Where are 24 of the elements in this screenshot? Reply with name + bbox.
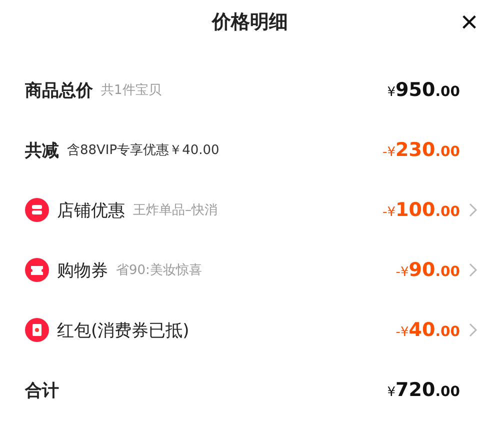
store-icon: [25, 198, 49, 222]
row-note: 省90:美妆惊喜: [116, 262, 202, 279]
row-note: 含88VIP专享优惠￥40.00: [67, 142, 220, 159]
ticket-icon: [25, 258, 49, 282]
price-text: -¥40.00: [396, 319, 460, 341]
envelope-icon: [25, 318, 49, 342]
chevron-icon[interactable]: [468, 203, 478, 217]
row-label: 共减: [25, 140, 59, 162]
row-label: 合计: [25, 380, 59, 402]
row-label: 商品总价: [25, 80, 93, 102]
chevron-icon[interactable]: [468, 323, 478, 337]
price-text: -¥230.00: [382, 139, 460, 161]
price-text: ¥950.00: [387, 79, 460, 101]
dialog-title: 价格明细: [212, 10, 288, 35]
price-text: ¥720.00: [387, 379, 460, 401]
row-note: 共1件宝贝: [101, 82, 162, 99]
row-label: 红包(消费券已抵): [57, 320, 190, 342]
price-text: -¥90.00: [396, 259, 460, 281]
row-label: 购物券: [57, 260, 108, 282]
chevron-icon[interactable]: [468, 263, 478, 277]
price-text: -¥100.00: [382, 199, 460, 221]
row-note: 王炸单品–快消: [133, 202, 218, 219]
row-label: 店铺优惠: [57, 200, 125, 222]
close-button[interactable]: ×: [456, 8, 482, 38]
